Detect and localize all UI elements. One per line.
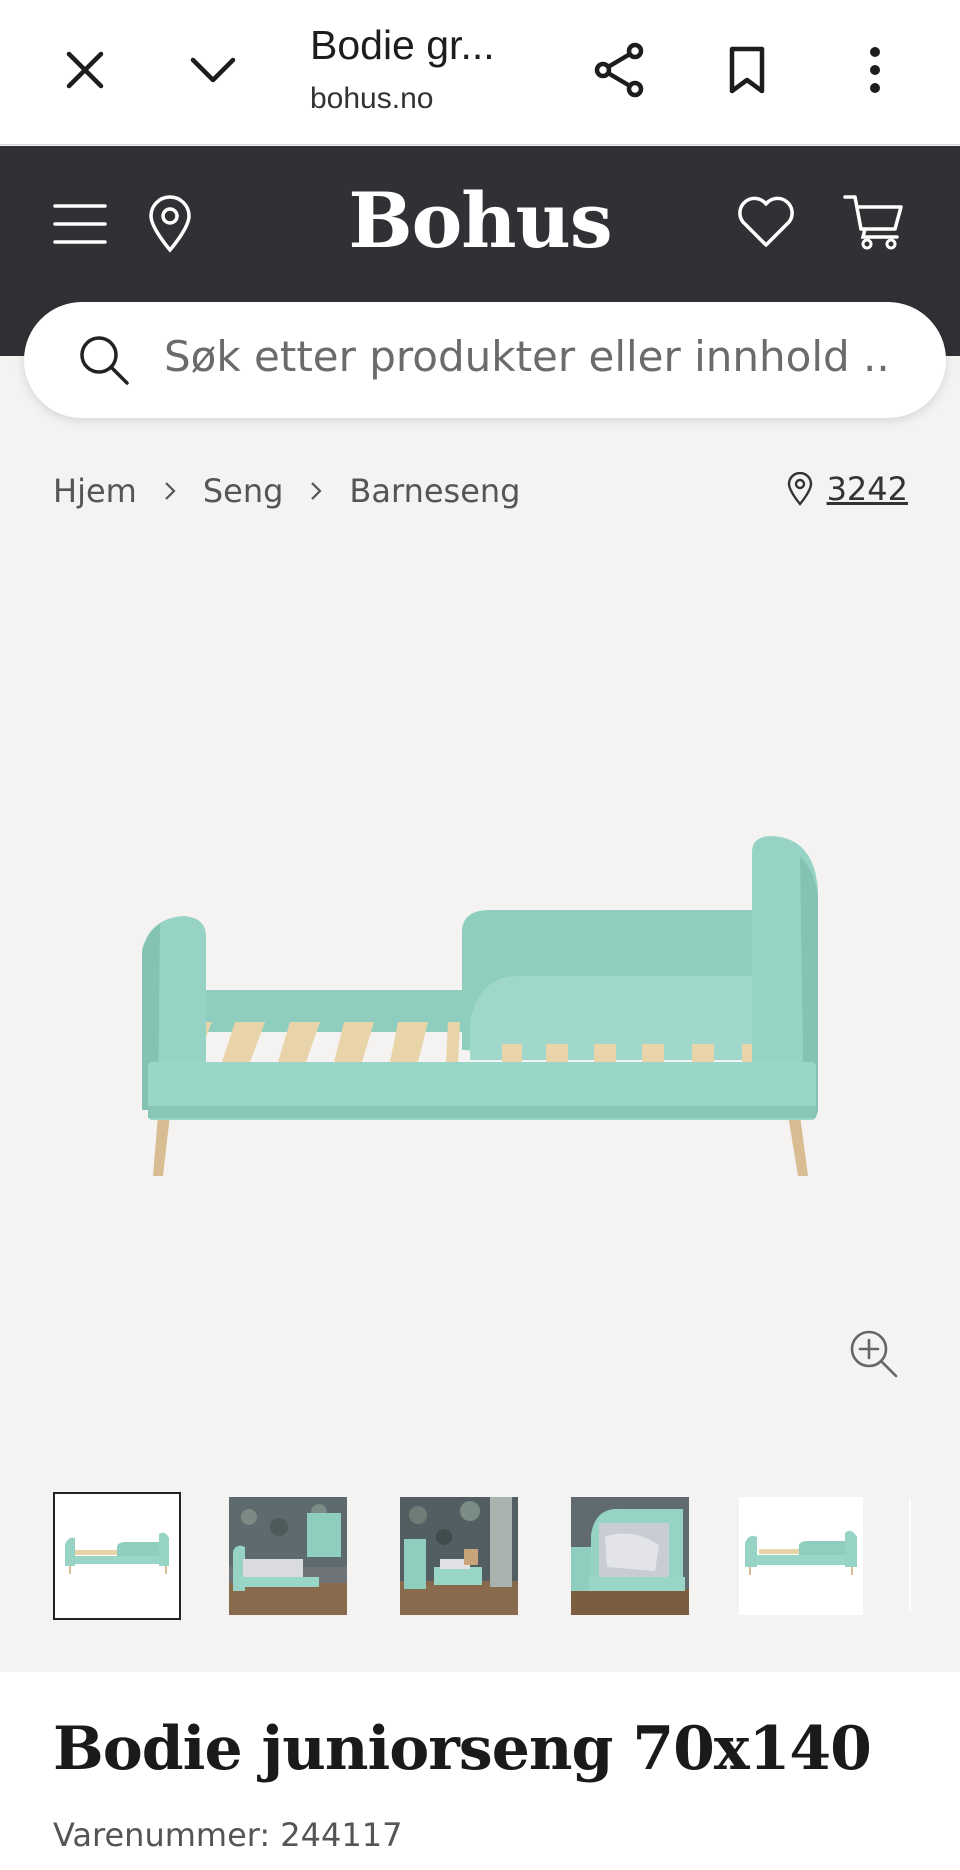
room-thumbnail-image (571, 1497, 689, 1615)
bed-thumbnail-image (745, 1530, 857, 1575)
more-options-button[interactable] (843, 38, 907, 102)
location-pin-icon (787, 472, 812, 506)
wishlist-button[interactable] (730, 186, 802, 258)
product-sku: Varenummer: 244117 (53, 1816, 403, 1854)
url-text[interactable]: bohus.no (310, 82, 433, 116)
thumbnail-2[interactable] (229, 1497, 347, 1615)
junior-bed-image (142, 836, 818, 1176)
zoom-in-icon (850, 1330, 898, 1378)
thumbnail-1[interactable] (53, 1492, 181, 1620)
browser-toolbar: Bodie gr... bohus.no (0, 0, 960, 145)
thumbnail-3[interactable] (400, 1497, 518, 1615)
cart-icon (843, 195, 903, 250)
thumbnail-4[interactable] (571, 1497, 689, 1615)
search-bar[interactable]: Søk etter produkter eller innhold .. (24, 302, 946, 418)
more-vert-icon (870, 47, 880, 93)
heart-icon (738, 196, 794, 247)
breadcrumb-seng[interactable]: Seng (203, 472, 284, 510)
selected-store[interactable]: 3242 (787, 470, 908, 508)
store-number[interactable]: 3242 (827, 470, 908, 508)
product-info: Bodie juniorseng 70x140 Varenummer: 2441… (0, 1672, 960, 1870)
site-logo[interactable]: Bohus (0, 176, 960, 265)
close-icon (66, 51, 104, 89)
close-tab-button[interactable] (53, 38, 117, 102)
zoom-button[interactable] (848, 1328, 900, 1380)
room-thumbnail-image (229, 1497, 347, 1615)
minimize-button[interactable] (181, 38, 245, 102)
bookmark-icon (729, 46, 765, 94)
room-thumbnail-image (400, 1497, 518, 1615)
chevron-right-icon (309, 480, 323, 502)
search-placeholder: Søk etter produkter eller innhold .. (164, 332, 890, 381)
bed-thumbnail-image (65, 1532, 169, 1574)
share-button[interactable] (587, 38, 651, 102)
thumbnail-5[interactable] (739, 1497, 863, 1615)
breadcrumb: Hjem Seng Barneseng (53, 472, 520, 510)
breadcrumb-home[interactable]: Hjem (53, 472, 137, 510)
chevron-down-icon (190, 57, 236, 83)
product-image[interactable] (0, 560, 960, 1460)
thumbnail-strip (53, 1492, 960, 1622)
search-icon (80, 336, 129, 385)
chevron-right-icon (163, 480, 177, 502)
thumbnail-divider (909, 1500, 911, 1610)
product-title: Bodie juniorseng 70x140 (53, 1714, 872, 1784)
tab-title: Bodie gr... (310, 22, 495, 68)
bookmark-button[interactable] (715, 38, 779, 102)
share-icon (594, 42, 644, 98)
breadcrumb-barneseng[interactable]: Barneseng (349, 472, 520, 510)
cart-button[interactable] (838, 186, 910, 258)
